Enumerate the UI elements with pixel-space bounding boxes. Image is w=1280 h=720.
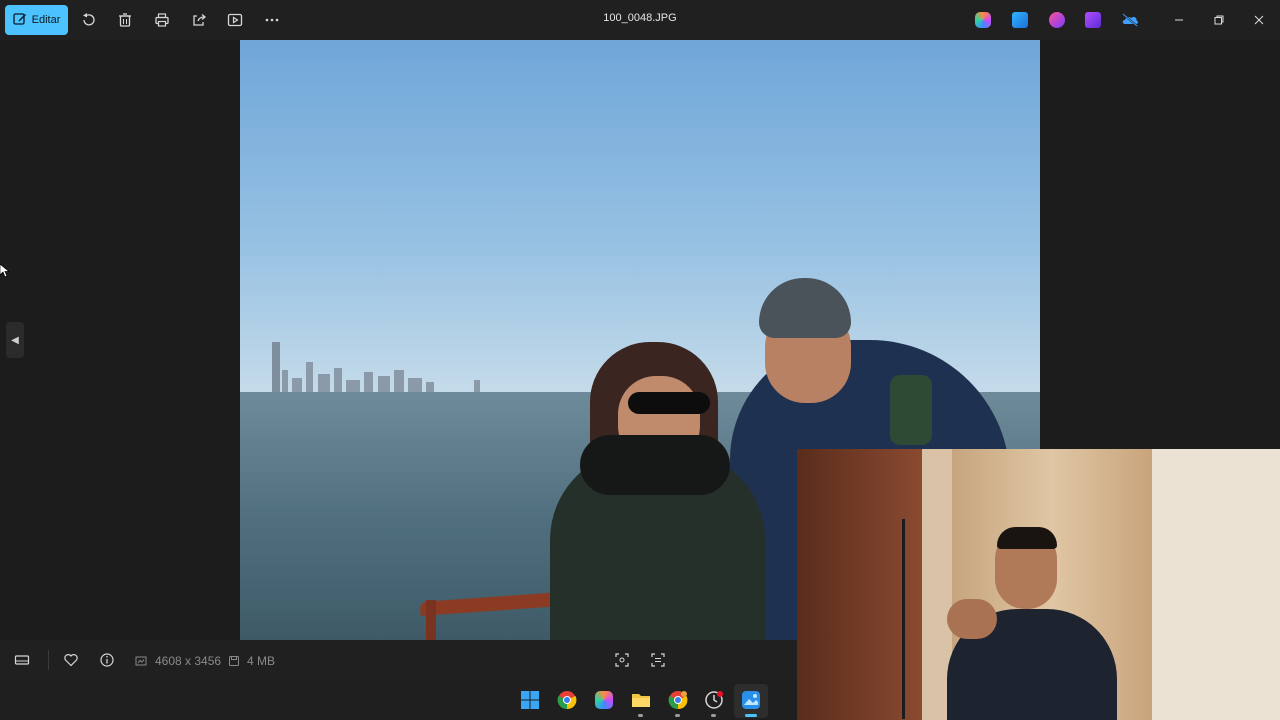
image-dimensions: 4608 x 3456 bbox=[155, 654, 222, 668]
mouse-cursor-icon bbox=[0, 263, 10, 281]
close-icon[interactable] bbox=[1247, 8, 1271, 32]
fit-to-window-icon[interactable] bbox=[610, 648, 634, 672]
onedrive-off-icon[interactable] bbox=[1121, 13, 1139, 27]
minimize-icon[interactable] bbox=[1167, 8, 1191, 32]
windows-start-icon[interactable] bbox=[517, 687, 543, 713]
info-icon[interactable] bbox=[95, 648, 119, 672]
rotate-icon[interactable] bbox=[76, 8, 100, 32]
filmstrip-icon[interactable] bbox=[10, 648, 34, 672]
edit-button[interactable]: Editar bbox=[5, 5, 68, 35]
designer-icon[interactable] bbox=[1049, 12, 1065, 28]
edit-button-label: Editar bbox=[31, 14, 61, 26]
file-explorer-icon[interactable] bbox=[628, 687, 654, 713]
photos-app-icon[interactable] bbox=[1012, 12, 1028, 28]
restore-icon[interactable] bbox=[1207, 8, 1231, 32]
more-icon[interactable] bbox=[260, 8, 284, 32]
trash-icon[interactable] bbox=[113, 8, 137, 32]
clock-app-icon[interactable] bbox=[701, 687, 727, 713]
visual-search-icon[interactable] bbox=[646, 648, 670, 672]
favorite-heart-icon[interactable] bbox=[59, 648, 83, 672]
print-icon[interactable] bbox=[150, 8, 174, 32]
person-hand bbox=[947, 599, 997, 639]
floor-lamp bbox=[902, 519, 905, 719]
chrome-profile-icon[interactable] bbox=[665, 687, 691, 713]
chrome-icon[interactable] bbox=[554, 687, 580, 713]
chevron-left-icon: ◀ bbox=[11, 334, 19, 346]
file-title: 100_0048.JPG bbox=[603, 12, 677, 24]
file-size-icon bbox=[228, 655, 240, 670]
edit-icon bbox=[12, 12, 27, 29]
previous-photo-button[interactable]: ◀ bbox=[6, 322, 24, 358]
slideshow-icon[interactable] bbox=[223, 8, 247, 32]
dimensions-icon bbox=[135, 655, 147, 670]
clipchamp-icon[interactable] bbox=[1085, 12, 1101, 28]
running-indicator bbox=[638, 714, 643, 717]
divider bbox=[48, 650, 49, 670]
file-size: 4 MB bbox=[247, 654, 276, 668]
copilot-icon[interactable] bbox=[975, 12, 991, 28]
share-icon[interactable] bbox=[187, 8, 211, 32]
active-indicator bbox=[745, 714, 757, 717]
photos-taskbar-icon[interactable] bbox=[738, 687, 764, 713]
webcam-overlay bbox=[797, 449, 1280, 720]
copilot-taskbar-icon[interactable] bbox=[591, 687, 617, 713]
